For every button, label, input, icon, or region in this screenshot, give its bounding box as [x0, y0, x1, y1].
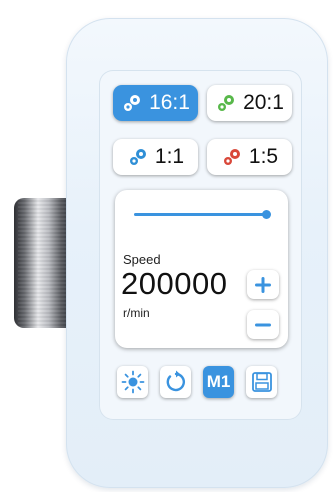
reverse-button[interactable]	[160, 366, 191, 398]
gear-icon	[129, 149, 146, 165]
ratio-16-1-button[interactable]: 16:1	[113, 85, 198, 121]
increase-speed-button[interactable]	[247, 270, 279, 299]
ratio-20-1-button[interactable]: 20:1	[207, 85, 292, 121]
gear-icon	[124, 95, 141, 111]
gear-icon	[218, 95, 235, 111]
speed-value: 200000	[121, 266, 228, 301]
save-button[interactable]	[246, 366, 277, 398]
decrease-speed-button[interactable]	[247, 310, 279, 339]
speed-label: Speed	[123, 252, 161, 267]
ratio-label: 1:1	[154, 145, 185, 168]
brightness-button[interactable]	[117, 366, 148, 398]
gear-icon	[223, 149, 240, 165]
brightness-icon	[121, 370, 144, 394]
memory-label: M1	[206, 372, 231, 391]
speed-slider-track[interactable]	[134, 213, 266, 216]
memory-m1-button[interactable]: M1	[203, 366, 234, 398]
ratio-label: 1:5	[248, 145, 279, 168]
speed-slider-thumb[interactable]	[262, 210, 271, 219]
save-icon	[251, 372, 272, 392]
speed-unit: r/min	[123, 306, 150, 320]
minus-icon	[255, 323, 271, 326]
ratio-1-5-button[interactable]: 1:5	[207, 139, 292, 175]
ratio-label: 20:1	[243, 91, 284, 114]
control-knob[interactable]	[14, 198, 74, 328]
ratio-label: 16:1	[149, 91, 190, 114]
plus-icon	[255, 276, 271, 293]
reverse-icon	[166, 370, 185, 392]
ratio-1-1-button[interactable]: 1:1	[113, 139, 198, 175]
